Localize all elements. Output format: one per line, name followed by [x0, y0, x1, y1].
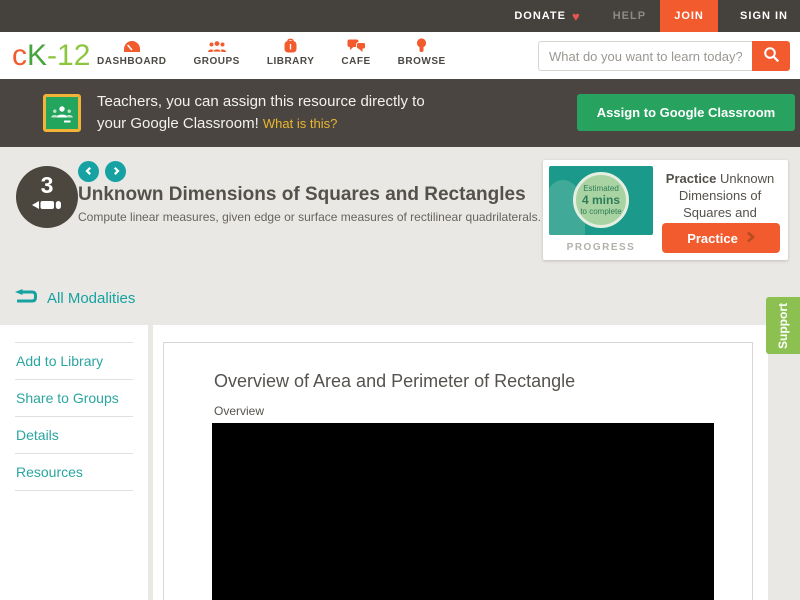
support-tab-label: Support [776, 303, 790, 349]
chevron-right-icon [746, 231, 755, 246]
previous-lesson-button[interactable] [78, 161, 99, 182]
content-subheading: Overview [214, 404, 264, 418]
ck12-lesson-page: DONATE ♥ HELP JOIN SIGN IN cK-12 DASHBOA… [0, 0, 800, 600]
sidebar-item-resources[interactable]: Resources [15, 454, 133, 491]
sidebar-actions-list: Add to Library Share to Groups Details R… [15, 342, 133, 491]
dashboard-icon [123, 38, 141, 53]
progress-label: PROGRESS [549, 242, 653, 253]
pencil-icon [32, 197, 62, 215]
sidebar-item-share-to-groups[interactable]: Share to Groups [15, 380, 133, 417]
nav-label: BROWSE [398, 56, 446, 67]
practice-card: Estimated 4 mins to complete PROGRESS Pr… [543, 160, 788, 260]
sidebar-panel: Add to Library Share to Groups Details R… [0, 325, 148, 600]
lesson-subtitle: Compute linear measures, given edge or s… [78, 210, 541, 224]
content-area: Add to Library Share to Groups Details R… [0, 325, 800, 600]
lesson-number-badge: 3 [16, 166, 78, 228]
nav-item-groups[interactable]: GROUPS [194, 38, 240, 67]
all-modalities-label: All Modalities [47, 290, 135, 307]
library-icon [283, 38, 298, 53]
main-navbar: cK-12 DASHBOARD GROUPS LIBRARY [0, 32, 800, 79]
next-lesson-button[interactable] [105, 161, 126, 182]
banner-line2: your Google Classroom! What is this? [97, 113, 425, 135]
logo-c: c [12, 39, 27, 72]
nav-label: DASHBOARD [97, 56, 167, 67]
help-link[interactable]: HELP [613, 10, 646, 22]
assign-to-google-classroom-button[interactable]: Assign to Google Classroom [577, 94, 795, 131]
estimate-line2: 4 mins [582, 193, 620, 207]
google-classroom-icon [43, 94, 81, 132]
logo-12: -12 [47, 39, 90, 72]
donate-link[interactable]: DONATE ♥ [514, 9, 580, 24]
return-arrow-icon [14, 289, 38, 308]
what-is-this-link[interactable]: What is this? [263, 116, 337, 131]
chevron-left-icon [84, 163, 94, 181]
lesson-content-panel: Overview of Area and Perimeter of Rectan… [153, 325, 768, 600]
estimate-line1: Estimated [583, 184, 619, 193]
sidebar-item-details[interactable]: Details [15, 417, 133, 454]
sidebar-item-add-to-library[interactable]: Add to Library [15, 343, 133, 380]
logo-k: K [27, 39, 47, 72]
chevron-right-icon [111, 163, 121, 181]
search-icon [763, 46, 780, 66]
video-player[interactable] [212, 423, 714, 600]
banner-line2-text: your Google Classroom! [97, 115, 259, 132]
join-button[interactable]: JOIN [660, 0, 718, 32]
top-utility-bar: DONATE ♥ HELP JOIN SIGN IN [0, 0, 800, 32]
search-input[interactable] [538, 41, 752, 71]
practice-button[interactable]: Practice [662, 223, 780, 253]
banner-line1: Teachers, you can assign this resource d… [97, 91, 425, 113]
estimated-time-circle: Estimated 4 mins to complete [573, 172, 629, 228]
content-heading: Overview of Area and Perimeter of Rectan… [214, 371, 575, 392]
nav-item-browse[interactable]: BROWSE [398, 38, 446, 67]
cafe-icon [347, 38, 366, 53]
lesson-title: Unknown Dimensions of Squares and Rectan… [78, 184, 526, 206]
nav-label: GROUPS [194, 56, 240, 67]
banner-message: Teachers, you can assign this resource d… [97, 91, 425, 135]
practice-progress-image: Estimated 4 mins to complete [549, 166, 653, 235]
nav-label: LIBRARY [267, 56, 315, 67]
lesson-number: 3 [41, 173, 54, 197]
lesson-content-box: Overview of Area and Perimeter of Rectan… [163, 342, 753, 600]
nav-menu: DASHBOARD GROUPS LIBRARY CAFE [97, 38, 446, 67]
nav-item-dashboard[interactable]: DASHBOARD [97, 38, 167, 67]
browse-icon [416, 38, 427, 53]
estimate-line3: to complete [580, 207, 621, 216]
nav-item-library[interactable]: LIBRARY [267, 38, 315, 67]
all-modalities-link[interactable]: All Modalities [14, 289, 135, 308]
search-box [538, 41, 790, 71]
nav-item-cafe[interactable]: CAFE [341, 38, 370, 67]
sign-in-link[interactable]: SIGN IN [740, 10, 788, 22]
google-classroom-banner: Teachers, you can assign this resource d… [0, 79, 800, 147]
ck12-logo[interactable]: cK-12 [12, 38, 90, 74]
search-button[interactable] [752, 41, 790, 71]
nav-label: CAFE [341, 56, 370, 67]
support-tab[interactable]: Support [766, 297, 800, 354]
heart-icon: ♥ [572, 9, 581, 24]
groups-icon [207, 38, 227, 53]
donate-label: DONATE [514, 10, 566, 22]
practice-bold-text: Practice [666, 171, 717, 186]
practice-button-label: Practice [687, 231, 738, 246]
